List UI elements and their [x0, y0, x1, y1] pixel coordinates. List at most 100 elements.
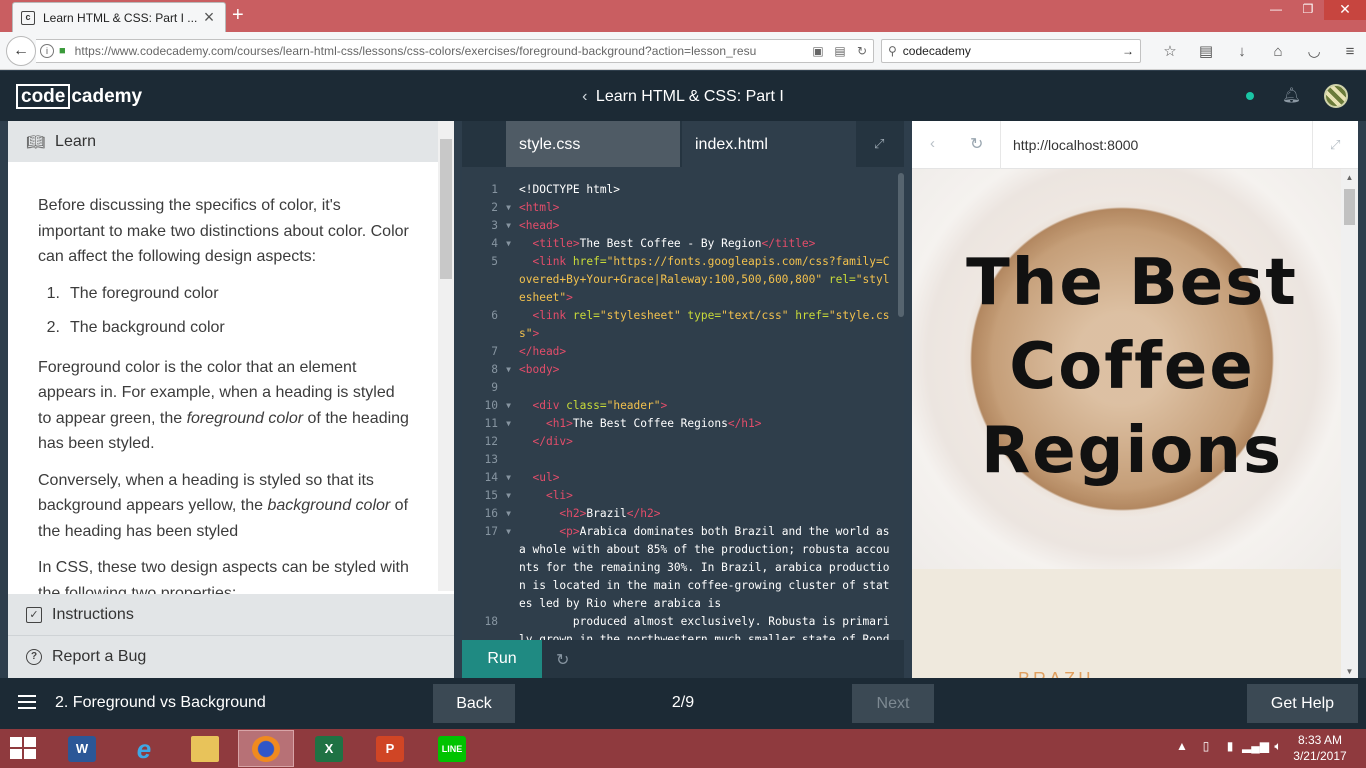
expand-icon[interactable]: ⤢ — [874, 136, 884, 152]
pocket-icon[interactable]: ◡ — [1296, 42, 1332, 60]
search-input[interactable]: ⚲ codecademy → — [881, 39, 1141, 63]
course-title-text: Learn HTML & CSS: Part I — [595, 88, 784, 105]
close-tab-icon[interactable]: × — [201, 7, 217, 28]
code-text: <h1>The Best Coffee Regions</h1> — [545, 417, 762, 430]
preview-reload-icon[interactable]: ↻ — [970, 134, 983, 154]
expand-icon[interactable]: ⤢ — [1330, 137, 1340, 153]
fold-arrow-icon[interactable]: ▼ — [498, 217, 519, 235]
fold-arrow-icon[interactable]: ▼ — [498, 235, 519, 253]
lesson-name[interactable]: 2. Foreground vs Background — [55, 694, 266, 712]
url-domain: https://www.codecademy.com — [74, 44, 234, 58]
preview-url[interactable]: http://localhost:8000 — [1000, 121, 1313, 169]
line-app[interactable]: LINE — [424, 730, 480, 767]
fold-arrow-icon[interactable]: ▼ — [498, 415, 519, 433]
learn-panel: 📖︎ Learn Before discussing the specifics… — [8, 121, 454, 678]
address-bar[interactable]: i ■ https://www.codecademy.com/courses/l… — [36, 39, 874, 63]
editor-scrollbar[interactable] — [898, 173, 904, 317]
menu-icon[interactable] — [18, 695, 36, 713]
signal-icon[interactable]: ▂▄▆ — [1242, 739, 1269, 754]
window-close-icon[interactable]: ✕ — [1324, 0, 1366, 20]
firefox-app[interactable] — [238, 730, 294, 767]
checkbox-icon: ✓ — [26, 606, 42, 623]
fold-arrow-icon[interactable]: ▼ — [498, 397, 519, 415]
instructions-tab[interactable]: ✓ Instructions — [8, 594, 454, 636]
clock-date: 3/21/2017 — [1293, 749, 1347, 763]
site-permissions-icon[interactable]: ▣ — [807, 44, 829, 58]
tab-index-html[interactable]: index.html — [682, 121, 856, 167]
preview-scrollbar[interactable]: ▲ ▼ — [1341, 169, 1358, 678]
minimize-icon[interactable]: — — [1260, 0, 1292, 20]
bookmark-star-icon[interactable]: ☆ — [1152, 42, 1188, 60]
search-go-icon[interactable]: → — [1122, 44, 1134, 58]
next-button[interactable]: Next — [852, 684, 934, 723]
powerpoint-app[interactable]: P — [362, 730, 418, 767]
tray-expand-icon[interactable]: ▲ — [1170, 739, 1194, 754]
get-help-button[interactable]: Get Help — [1247, 684, 1358, 723]
clock[interactable]: 8:33 AM 3/21/2017 — [1290, 732, 1350, 764]
learn-scrollbar[interactable] — [438, 121, 454, 591]
windows-start-icon[interactable] — [10, 737, 38, 761]
volume-icon[interactable]: 🔈︎ — [1266, 739, 1290, 754]
code-area[interactable]: 1 <!DOCTYPE html> 2 ▼ <html> 3 ▼ <head> 4 ▼ <t… — [462, 181, 898, 641]
back-arrow-icon[interactable]: ← — [6, 36, 36, 66]
reload-icon[interactable]: ↻ — [851, 44, 873, 58]
firefox-icon — [252, 735, 280, 762]
internet-explorer-app[interactable]: e — [116, 730, 172, 767]
bell-icon[interactable]: 🔔︎ — [1282, 86, 1301, 104]
download-icon[interactable]: ↓ — [1224, 43, 1260, 60]
learn-tab-label: Learn — [55, 132, 96, 150]
url-text[interactable]: https://www.codecademy.com/courses/learn… — [75, 44, 807, 58]
code-line: 11 ▼ <h1>The Best Coffee Regions</h1> — [462, 415, 898, 433]
info-icon[interactable]: i — [40, 44, 54, 58]
restore-icon[interactable]: ❐ — [1292, 0, 1324, 20]
new-tab-icon[interactable]: + — [232, 4, 244, 26]
scroll-up-icon[interactable]: ▲ — [1341, 173, 1358, 182]
preview-back-icon[interactable]: ‹ — [930, 135, 935, 152]
scrollbar-thumb[interactable] — [1344, 189, 1355, 225]
line-number: 5 — [491, 255, 498, 268]
list-item: 1. The foreground color — [38, 281, 410, 307]
course-title[interactable]: ‹ Learn HTML & CSS: Part I — [0, 88, 1366, 106]
back-button[interactable]: Back — [433, 684, 515, 723]
reader-view-icon[interactable]: ▤ — [829, 44, 851, 58]
line-number: 4 — [491, 237, 498, 250]
editor-footer: Run ↻ — [462, 640, 904, 678]
browser-tab[interactable]: c Learn HTML & CSS: Part I ... × — [12, 2, 226, 32]
lock-icon: ■ — [59, 45, 66, 57]
fold-arrow-icon[interactable]: ▼ — [498, 487, 519, 505]
report-bug-label: Report a Bug — [52, 648, 147, 665]
code-line: 3 ▼ <head> — [462, 217, 898, 235]
excel-app[interactable]: X — [301, 730, 357, 767]
code-text: <ul> — [532, 471, 560, 484]
scroll-down-icon[interactable]: ▼ — [1341, 667, 1358, 676]
report-bug-tab[interactable]: ? Report a Bug — [8, 636, 454, 678]
fold-arrow-icon[interactable]: ▼ — [498, 469, 519, 487]
code-line: 5 <link href="https://fonts.googleapis.c… — [462, 253, 898, 307]
emphasis: background color — [267, 497, 391, 514]
device-icon[interactable]: ▯ — [1194, 739, 1218, 754]
reset-icon[interactable]: ↻ — [556, 650, 569, 670]
fold-arrow-icon[interactable]: ▼ — [498, 523, 519, 613]
lesson-paragraph: Before discussing the specifics of color… — [38, 197, 409, 265]
file-explorer-app[interactable] — [177, 730, 233, 767]
avatar[interactable] — [1324, 84, 1348, 108]
battery-icon[interactable]: ▮ — [1218, 739, 1242, 754]
menu-icon[interactable]: ≡ — [1332, 43, 1366, 60]
code-text: <title>The Best Coffee - By Region</titl… — [532, 237, 816, 250]
code-text: <p>Arabica dominates both Brazil and the… — [519, 525, 897, 610]
learn-tab[interactable]: 📖︎ Learn — [8, 121, 438, 162]
scrollbar-thumb[interactable] — [440, 139, 452, 279]
fold-arrow-icon[interactable]: ▼ — [498, 199, 519, 217]
run-button[interactable]: Run — [462, 640, 542, 678]
fold-arrow-icon[interactable]: ▼ — [498, 505, 519, 523]
word-app[interactable]: W — [54, 730, 110, 767]
bookmarks-list-icon[interactable]: ▤ — [1188, 42, 1224, 60]
line-number: 17 — [484, 525, 498, 538]
tab-style-css[interactable]: style.css — [506, 121, 680, 167]
home-icon[interactable]: ⌂ — [1260, 43, 1296, 60]
fold-arrow-icon[interactable]: ▼ — [498, 361, 519, 379]
code-line: 4 ▼ <title>The Best Coffee - By Region</t… — [462, 235, 898, 253]
line-number: 3 — [491, 219, 498, 232]
code-text: <head> — [519, 219, 560, 232]
aspect-list: 1. The foreground color 2. The background … — [38, 281, 410, 341]
